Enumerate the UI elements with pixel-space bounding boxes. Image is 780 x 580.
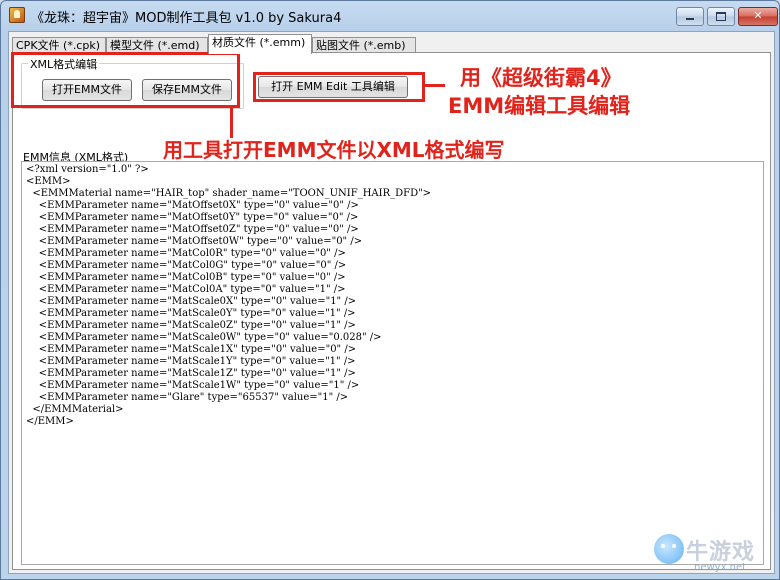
tab-cpk[interactable]: CPK文件 (*.cpk) <box>12 37 106 53</box>
xml-line: <EMM> <box>26 176 71 187</box>
xml-line: <EMMMaterial name="HAIR_top" shader_name… <box>26 188 432 199</box>
xml-line: <EMMParameter name="MatCol0G" type="0" v… <box>26 260 347 271</box>
xml-line: <EMMParameter name="MatOffset0X" type="0… <box>26 200 359 211</box>
xml-line: <EMMParameter name="MatOffset0Z" type="0… <box>26 224 359 235</box>
xml-line: <EMMParameter name="MatCol0B" type="0" v… <box>26 272 346 283</box>
annotation-box-xml-group <box>11 52 240 108</box>
annotation-right-line2: EMM编辑工具编辑 <box>448 94 631 118</box>
xml-line: <EMMParameter name="MatOffset0Y" type="0… <box>26 212 359 223</box>
maximize-icon <box>708 8 734 25</box>
annotation-box-emm-edit <box>253 72 425 102</box>
xml-line: <EMMParameter name="MatScale1W" type="0"… <box>26 380 360 391</box>
xml-line: <EMMParameter name="MatCol0A" type="0" v… <box>26 284 346 295</box>
tab-texture[interactable]: 贴图文件 (*.emb) <box>312 37 416 53</box>
xml-line: </EMM> <box>26 416 74 427</box>
mascot-logo-icon <box>654 534 684 564</box>
watermark: 牛游戏 newyx.net <box>654 532 774 576</box>
dragonball-app-icon <box>9 7 25 23</box>
xml-line: <EMMParameter name="MatOffset0W" type="0… <box>26 236 363 247</box>
annotation-right-line1: 用《超级街霸4》 <box>460 66 622 90</box>
xml-line: <EMMParameter name="MatScale0Y" type="0"… <box>26 308 356 319</box>
xml-line: <EMMParameter name="Glare" type="65537" … <box>26 392 349 403</box>
title-bar[interactable]: 《龙珠：超宇宙》MOD制作工具包 v1.0 by Sakura4 <box>1 1 779 29</box>
xml-content[interactable]: <?xml version="1.0" ?> <EMM> <EMMMateria… <box>22 162 763 430</box>
close-button[interactable] <box>738 7 778 26</box>
watermark-url: newyx.net <box>694 562 747 573</box>
xml-line: <EMMParameter name="MatScale0Z" type="0"… <box>26 320 356 331</box>
annotation-connector-right <box>425 84 445 87</box>
xml-line: </EMMMaterial> <box>26 404 124 415</box>
annotation-middle: 用工具打开EMM文件以XML格式编写 <box>163 138 505 162</box>
tab-material[interactable]: 材质文件 (*.emm) <box>208 34 312 54</box>
tab-model[interactable]: 模型文件 (*.emd) <box>106 37 208 53</box>
maximize-button[interactable] <box>707 7 735 26</box>
minimize-button[interactable] <box>676 7 704 26</box>
xml-text-area[interactable]: <?xml version="1.0" ?> <EMM> <EMMMateria… <box>21 161 764 565</box>
xml-line: <EMMParameter name="MatScale1Y" type="0"… <box>26 356 356 367</box>
minimize-icon <box>677 8 703 25</box>
client-area: CPK文件 (*.cpk) 模型文件 (*.emd) 材质文件 (*.emm) … <box>8 31 775 574</box>
xml-line: <EMMParameter name="MatScale0W" type="0"… <box>26 332 382 343</box>
xml-line: <EMMParameter name="MatScale1Z" type="0"… <box>26 368 356 379</box>
window-title: 《龙珠：超宇宙》MOD制作工具包 v1.0 by Sakura4 <box>31 11 342 26</box>
xml-line: <EMMParameter name="MatCol0R" type="0" v… <box>26 248 346 259</box>
xml-line: <?xml version="1.0" ?> <box>26 164 149 175</box>
xml-line: <EMMParameter name="MatScale1X" type="0"… <box>26 344 357 355</box>
close-icon <box>739 8 777 25</box>
material-tab-page: XML格式编辑 打开EMM文件 保存EMM文件 打开 EMM Edit 工具编辑… <box>12 52 771 570</box>
xml-line: <EMMParameter name="MatScale0X" type="0"… <box>26 296 357 307</box>
